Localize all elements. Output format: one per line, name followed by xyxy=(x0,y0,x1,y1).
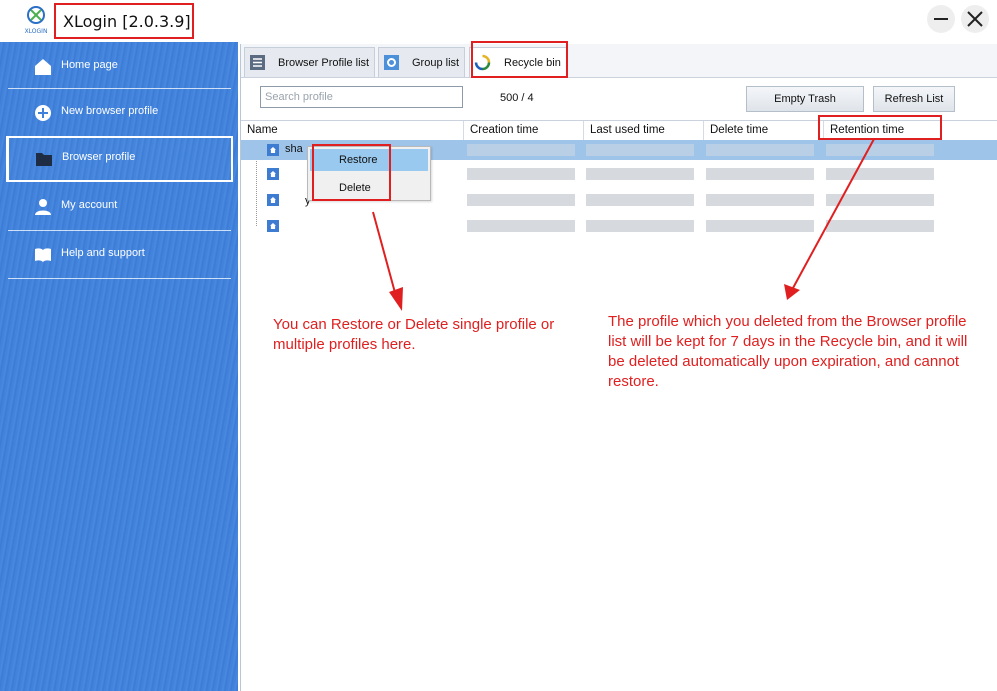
tab-bar: Browser Profile list Group list Recycle … xyxy=(241,41,997,78)
sidebar-item-new-profile[interactable]: New browser profile xyxy=(6,90,233,136)
redacted-creation-time xyxy=(467,220,575,232)
tab-label: Group list xyxy=(412,57,460,69)
redacted-last-used-time xyxy=(586,168,694,180)
tree-connector xyxy=(256,150,257,226)
column-header-creation-time[interactable]: Creation time xyxy=(463,121,583,141)
tab-label: Browser Profile list xyxy=(278,57,370,69)
context-menu-highlight-box xyxy=(312,144,391,201)
search-input[interactable] xyxy=(260,86,463,108)
logo-text: XLOGIN xyxy=(24,28,48,35)
sidebar-item-label: Browser profile xyxy=(62,151,136,163)
sidebar-item-label: New browser profile xyxy=(61,105,159,117)
sidebar-item-label: My account xyxy=(61,199,118,211)
close-button[interactable] xyxy=(961,5,989,33)
table-row[interactable] xyxy=(241,216,997,236)
logo-icon xyxy=(27,6,45,24)
tab-group-list[interactable]: Group list xyxy=(378,47,465,77)
redacted-delete-time xyxy=(706,168,814,180)
app-window: XLOGIN XLogin [2.0.3.9] Home page New br… xyxy=(0,0,997,691)
refresh-list-button[interactable]: Refresh List xyxy=(873,86,955,112)
profile-icon xyxy=(267,168,279,180)
gear-icon xyxy=(384,55,399,70)
redacted-last-used-time xyxy=(586,220,694,232)
home-icon xyxy=(35,59,51,75)
plus-circle-icon xyxy=(35,105,51,121)
toolbar: 500 / 4 Empty Trash Refresh List xyxy=(241,78,997,120)
profile-count: 500 / 4 xyxy=(500,92,534,104)
sidebar-item-help[interactable]: Help and support xyxy=(6,232,233,278)
divider xyxy=(8,278,231,279)
profile-icon xyxy=(267,144,279,156)
profile-name: sha xyxy=(285,143,303,155)
redacted-retention-time xyxy=(826,194,934,206)
redacted-retention-time xyxy=(826,220,934,232)
tab-browser-profile-list[interactable]: Browser Profile list xyxy=(244,47,375,77)
retention-time-highlight-box xyxy=(818,115,942,140)
sidebar-item-home[interactable]: Home page xyxy=(6,44,233,90)
redacted-creation-time xyxy=(467,168,575,180)
book-icon xyxy=(35,248,51,262)
annotation-restore-delete: You can Restore or Delete single profile… xyxy=(273,316,555,353)
sidebar-item-label: Help and support xyxy=(61,247,145,259)
redacted-delete-time xyxy=(706,144,814,156)
sidebar-item-my-account[interactable]: My account xyxy=(6,184,233,230)
profile-icon xyxy=(267,194,279,206)
redacted-creation-time xyxy=(467,194,575,206)
xlogin-logo: XLOGIN xyxy=(22,5,50,35)
app-title: XLogin [2.0.3.9] xyxy=(63,12,191,31)
empty-trash-button[interactable]: Empty Trash xyxy=(746,86,864,112)
close-icon xyxy=(967,11,983,27)
column-header-last-used-time[interactable]: Last used time xyxy=(583,121,703,141)
redacted-delete-time xyxy=(706,220,814,232)
column-header-name[interactable]: Name xyxy=(241,121,463,141)
sidebar: Home page New browser profile Browser pr… xyxy=(0,42,238,691)
title-bar: XLOGIN XLogin [2.0.3.9] xyxy=(0,0,997,42)
redacted-retention-time xyxy=(826,144,934,156)
redacted-delete-time xyxy=(706,194,814,206)
annotation-retention: The profile which you deleted from the B… xyxy=(608,313,968,390)
redacted-last-used-time xyxy=(586,144,694,156)
divider xyxy=(8,230,231,231)
minimize-icon xyxy=(934,18,948,20)
table-header: Name Creation time Last used time Delete… xyxy=(241,115,997,141)
redacted-retention-time xyxy=(826,168,934,180)
redacted-last-used-time xyxy=(586,194,694,206)
title-highlight-box: XLogin [2.0.3.9] xyxy=(54,3,194,39)
divider xyxy=(8,88,231,89)
folder-icon xyxy=(36,153,52,166)
list-icon xyxy=(250,55,265,70)
user-icon xyxy=(35,199,51,215)
recycle-bin-highlight-box xyxy=(471,41,568,78)
minimize-button[interactable] xyxy=(927,5,955,33)
profile-icon xyxy=(267,220,279,232)
redacted-creation-time xyxy=(467,144,575,156)
sidebar-item-label: Home page xyxy=(61,59,118,71)
sidebar-item-browser-profile[interactable]: Browser profile xyxy=(6,136,233,182)
column-header-delete-time[interactable]: Delete time xyxy=(703,121,823,141)
